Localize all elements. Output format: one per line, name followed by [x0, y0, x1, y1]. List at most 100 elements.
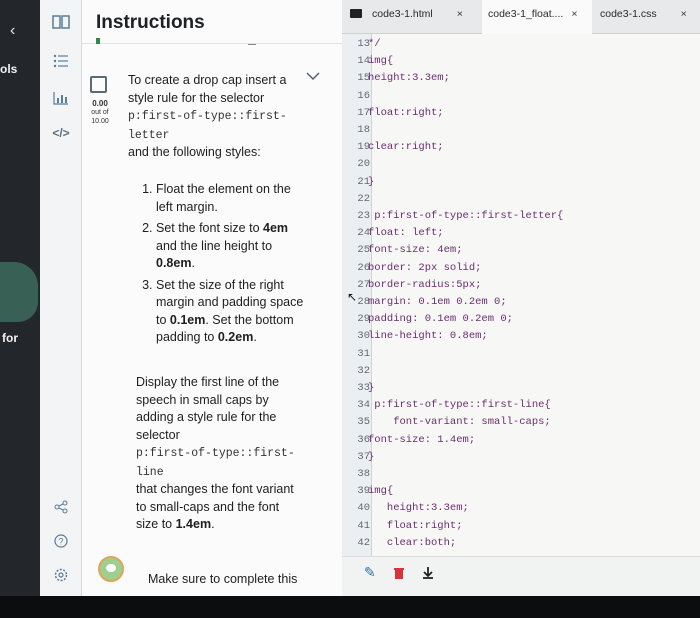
line-number: 14: [357, 55, 370, 68]
line-number: 27: [357, 278, 370, 291]
instruction-para2: Display the first line of the speech in …: [136, 374, 296, 534]
close-icon[interactable]: ×: [681, 8, 687, 20]
step-text: .: [191, 256, 195, 270]
svg-text:?: ?: [58, 537, 63, 547]
strip-graphic: [0, 262, 38, 322]
line-number: 41: [357, 519, 370, 532]
code-line: clear:right;: [368, 141, 444, 154]
close-icon[interactable]: ×: [457, 8, 463, 20]
line-number: 25: [357, 244, 370, 257]
line-number: 40: [357, 502, 370, 515]
code-line: border-radius:5px;: [368, 278, 482, 291]
line-number: 42: [357, 536, 370, 549]
code-line: p:first-of-type::first-line{: [368, 399, 551, 412]
tab-code3-1-html[interactable]: code3-1.html ×: [372, 0, 482, 34]
tab-code3-1-float[interactable]: code3-1_float.... ×: [482, 0, 592, 34]
code-line: }: [368, 175, 375, 188]
code-line: line-height: 0.8em;: [368, 330, 488, 343]
line-number: 39: [357, 485, 370, 498]
code-icon[interactable]: </>: [40, 126, 82, 140]
code-line: float:right;: [368, 519, 463, 532]
para2-value: 1.4em: [175, 517, 212, 531]
line-number: 15: [357, 72, 370, 85]
tab-label: code3-1.html: [372, 8, 433, 20]
task-score: 0.00 out of 10.00: [86, 99, 114, 126]
settings-icon[interactable]: [40, 568, 82, 585]
download-icon[interactable]: [422, 566, 434, 582]
code-line: border: 2px solid;: [368, 261, 482, 274]
trash-icon[interactable]: [394, 566, 404, 582]
background-app-strip: ‹ ols for: [0, 0, 40, 596]
tab-label: code3-1_float....: [488, 8, 564, 20]
task-checkbox[interactable]: [90, 76, 107, 93]
code-line: font-size: 4em;: [368, 244, 463, 257]
code-line: height:3.3em;: [368, 502, 469, 515]
file-icon: [342, 0, 368, 34]
help-icon[interactable]: ?: [40, 534, 82, 551]
step-text: Set the font size to: [156, 221, 264, 235]
instruction-steps: Float the element on the left margin. Se…: [138, 181, 306, 351]
line-number: 32: [357, 364, 370, 377]
code-line: }: [368, 382, 375, 394]
tab-code3-1-css[interactable]: code3-1.css ×: [592, 0, 700, 34]
line-number: 18: [357, 124, 370, 136]
line-number: 33: [357, 382, 370, 394]
code-line: font-size: 1.4em;: [368, 433, 476, 446]
list-icon[interactable]: [40, 54, 82, 71]
instruction-intro: To create a drop cap insert a style rule…: [128, 72, 298, 162]
code-line: height:3.3em;: [368, 72, 450, 85]
line-number: 36: [357, 433, 370, 446]
code-line: }: [368, 450, 375, 463]
score-max: 10.00: [91, 118, 109, 125]
step-value: 4em: [263, 221, 289, 235]
intro-after: and the following styles:: [128, 145, 261, 159]
code-line: font-variant: small-caps;: [368, 416, 551, 429]
code-line: float:right;: [368, 106, 444, 119]
line-number: 29: [357, 313, 370, 326]
monitor-bezel: [0, 596, 700, 618]
code-line: padding: 0.1em 0.2em 0;: [368, 313, 513, 326]
line-number: 37: [357, 450, 370, 463]
active-indicator: [96, 38, 100, 44]
code-line: p:first-of-type::first-letter{: [368, 210, 564, 222]
chevron-down-icon[interactable]: [306, 70, 320, 84]
instructions-panel: Instructions 0.00 out of 10.00 To create…: [82, 0, 342, 596]
code-line: img{: [368, 55, 394, 68]
line-number: 17: [357, 106, 370, 119]
step-value: 0.2em: [217, 330, 254, 344]
code-line: float: left;: [368, 227, 444, 240]
step-item: Float the element on the left margin.: [156, 181, 306, 216]
line-number: 19: [357, 141, 370, 154]
code-line: img{: [368, 485, 394, 498]
share-icon[interactable]: [40, 500, 82, 517]
chart-icon[interactable]: [40, 91, 82, 108]
line-number: 23: [357, 210, 370, 222]
editor-footer: ✎: [342, 556, 700, 596]
tab-label: code3-1.css: [600, 8, 657, 20]
avatar: [98, 556, 124, 582]
step-value: 0.1em: [169, 312, 206, 327]
score-value: 0.00: [92, 99, 108, 108]
para2-selector: p:first-of-type::first-line: [136, 447, 295, 479]
mouse-cursor-icon: ↖: [347, 290, 358, 304]
line-number: 24: [357, 227, 370, 240]
icon-rail: </> ?: [40, 0, 82, 596]
para2-text: Display the first line of the speech in …: [136, 375, 280, 442]
chevron-left-icon[interactable]: ‹: [10, 22, 15, 40]
step-item: Set the size of the right margin and pad…: [156, 277, 306, 347]
book-icon[interactable]: [40, 14, 82, 33]
code-editor: code3-1.html × code3-1_float.... × code3-1…: [342, 0, 700, 596]
step-value: 0.8em: [156, 256, 192, 270]
editor-tabs: code3-1.html × code3-1_float.... × code3-1…: [342, 0, 700, 34]
line-number: 34: [357, 399, 370, 412]
code-line: clear:both;: [368, 536, 457, 549]
intro-text: To create a drop cap insert a style rule…: [128, 73, 287, 105]
strip-text-for: for: [2, 331, 18, 345]
pencil-icon[interactable]: ✎: [364, 564, 376, 581]
line-number: 21: [357, 175, 370, 188]
footer-text: Make sure to complete this: [148, 572, 298, 586]
step-text: .: [253, 330, 257, 344]
para2-end: .: [211, 517, 215, 531]
close-icon[interactable]: ×: [571, 8, 577, 20]
line-number: 38: [357, 468, 370, 480]
